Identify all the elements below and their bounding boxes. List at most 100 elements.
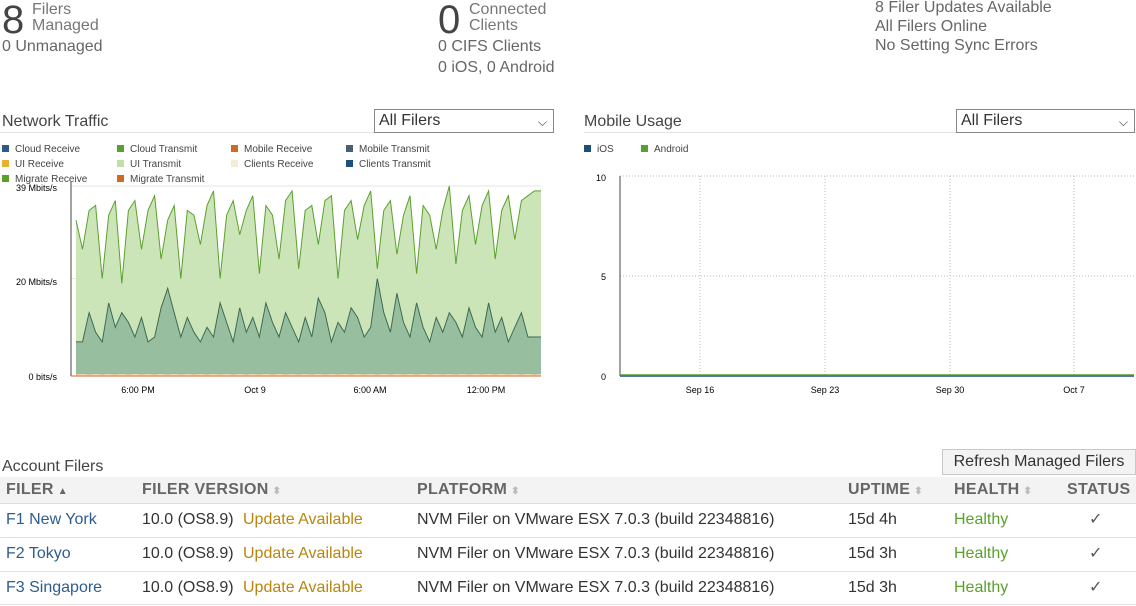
x-tick-label: Sep 30 bbox=[936, 385, 965, 395]
row-divider bbox=[0, 537, 1136, 538]
filers-count: 8 bbox=[2, 0, 25, 42]
cloud-receive-line bbox=[75, 373, 542, 375]
sync-errors: No Setting Sync Errors bbox=[875, 37, 1038, 54]
checkmark-icon: ✓ bbox=[1089, 579, 1103, 596]
column-header-label: PLATFORM bbox=[417, 481, 508, 498]
mobile-clients: 0 iOS, 0 Android bbox=[438, 59, 555, 76]
legend-label: iOS bbox=[597, 144, 614, 155]
legend-item[interactable]: Android bbox=[641, 144, 688, 155]
legend-swatch bbox=[584, 145, 591, 152]
sort-ascending-icon: ▲ bbox=[57, 486, 68, 497]
sort-icon: ⬍ bbox=[272, 486, 282, 497]
sort-icon: ⬍ bbox=[1023, 486, 1033, 497]
legend-swatch bbox=[231, 160, 238, 167]
filer-version: 10.0 (OS8.9) bbox=[142, 579, 234, 596]
refresh-managed-filers-button[interactable]: Refresh Managed Filers bbox=[942, 449, 1136, 475]
account-filers-title: Account Filers bbox=[2, 458, 104, 475]
clients-count: 0 bbox=[438, 0, 461, 42]
mobile-usage-title: Mobile Usage bbox=[584, 113, 682, 130]
health-status[interactable]: Healthy bbox=[954, 545, 1008, 563]
column-header-platform[interactable]: PLATFORM ⬍ bbox=[417, 481, 520, 499]
platform: NVM Filer on VMware ESX 7.0.3 (build 223… bbox=[417, 511, 775, 528]
network-traffic-chart: 39 Mbits/s 20 Mbits/s 0 bits/s 6:00 PM O… bbox=[16, 182, 542, 395]
filer-link[interactable]: F1 New York bbox=[6, 511, 97, 529]
x-tick-label: Sep 16 bbox=[686, 385, 715, 395]
health-status[interactable]: Healthy bbox=[954, 511, 1008, 529]
legend-item[interactable]: Mobile Receive bbox=[231, 144, 312, 155]
legend-item[interactable]: UI Receive bbox=[2, 159, 64, 170]
legend-label: Clients Receive bbox=[244, 159, 314, 170]
filer-version: 10.0 (OS8.9) bbox=[142, 511, 234, 528]
column-header-label: FILER VERSION bbox=[142, 481, 269, 498]
x-tick-label: Sep 23 bbox=[811, 385, 840, 395]
y-tick-label: 0 bits/s bbox=[28, 372, 57, 382]
update-available-link[interactable]: Update Available bbox=[243, 579, 363, 597]
checkmark-icon: ✓ bbox=[1089, 545, 1103, 562]
x-tick-label: 6:00 AM bbox=[353, 385, 386, 395]
filer-updates[interactable]: 8 Filer Updates Available bbox=[875, 0, 1052, 18]
y-tick-label: 39 Mbits/s bbox=[16, 183, 58, 193]
legend-label: Cloud Receive bbox=[15, 144, 81, 155]
legend-label: Mobile Transmit bbox=[359, 144, 430, 155]
legend-swatch bbox=[2, 160, 9, 167]
y-tick-label: 20 Mbits/s bbox=[16, 277, 58, 287]
legend-label: Cloud Transmit bbox=[130, 144, 198, 155]
legend-item[interactable]: Mobile Transmit bbox=[346, 144, 430, 155]
uptime: 15d 4h bbox=[848, 511, 897, 528]
filer-link[interactable]: F3 Singapore bbox=[6, 579, 102, 597]
column-header-label: HEALTH bbox=[954, 481, 1020, 498]
column-header-health[interactable]: HEALTH ⬍ bbox=[954, 481, 1032, 499]
legend-label: UI Receive bbox=[15, 159, 64, 170]
x-tick-label: Oct 7 bbox=[1063, 385, 1085, 395]
legend-item[interactable]: iOS bbox=[584, 144, 614, 155]
legend-swatch bbox=[641, 145, 648, 152]
mobile-usage-chart: 10 5 0 Sep 16 Sep 23 Sep 30 Oct 7 bbox=[596, 173, 1134, 395]
column-header-filer-version[interactable]: FILER VERSION ⬍ bbox=[142, 481, 281, 499]
column-header-filer[interactable]: FILER ▲ bbox=[6, 481, 68, 499]
y-tick-label: 5 bbox=[601, 272, 606, 282]
legend-item[interactable]: Clients Transmit bbox=[346, 159, 431, 170]
legend-swatch bbox=[231, 145, 238, 152]
legend-label: Android bbox=[654, 144, 689, 155]
legend-item[interactable]: Cloud Transmit bbox=[117, 144, 197, 155]
unmanaged-count: 0 Unmanaged bbox=[2, 38, 103, 55]
sort-icon: ⬍ bbox=[914, 486, 923, 497]
legend-label: UI Transmit bbox=[130, 159, 182, 170]
sort-icon: ⬍ bbox=[511, 486, 520, 497]
filer-link[interactable]: F2 Tokyo bbox=[6, 545, 71, 563]
mobile-usage-filer-select[interactable]: All Filers ⌵ bbox=[956, 109, 1135, 133]
legend-swatch bbox=[346, 160, 353, 167]
platform: NVM Filer on VMware ESX 7.0.3 (build 223… bbox=[417, 579, 775, 596]
legend-item[interactable]: UI Transmit bbox=[117, 159, 181, 170]
legend-item[interactable]: Clients Receive bbox=[231, 159, 313, 170]
legend-swatch bbox=[117, 145, 124, 152]
column-header-uptime[interactable]: UPTIME ⬍ bbox=[848, 481, 923, 499]
y-tick-label: 0 bbox=[601, 372, 606, 382]
column-header-label: FILER bbox=[6, 481, 54, 498]
clients-label-clients: Clients bbox=[469, 17, 518, 34]
legend-label: Mobile Receive bbox=[244, 144, 313, 155]
legend-swatch bbox=[346, 145, 353, 152]
legend-swatch bbox=[2, 145, 9, 152]
update-available-link[interactable]: Update Available bbox=[243, 511, 363, 529]
cifs-clients: 0 CIFS Clients bbox=[438, 38, 542, 55]
uptime: 15d 3h bbox=[848, 545, 897, 562]
legend-item[interactable]: Cloud Receive bbox=[2, 144, 80, 155]
update-available-link[interactable]: Update Available bbox=[243, 545, 363, 563]
checkmark-icon: ✓ bbox=[1089, 511, 1103, 528]
clients-label: Connected bbox=[469, 1, 547, 18]
column-header-status: STATUS bbox=[1067, 481, 1131, 498]
filers-label-managed: Managed bbox=[32, 17, 99, 34]
platform: NVM Filer on VMware ESX 7.0.3 (build 223… bbox=[417, 545, 775, 562]
legend-label: Clients Transmit bbox=[359, 159, 431, 170]
x-tick-label: 12:00 PM bbox=[467, 385, 506, 395]
x-tick-label: 6:00 PM bbox=[121, 385, 155, 395]
network-traffic-title: Network Traffic bbox=[2, 113, 109, 130]
mobile-usage-filer-value: All Filers bbox=[961, 112, 1023, 129]
column-header-label: UPTIME bbox=[848, 481, 911, 498]
network-traffic-filer-select[interactable]: All Filers ⌵ bbox=[374, 109, 554, 133]
x-tick-label: Oct 9 bbox=[244, 385, 266, 395]
row-divider bbox=[0, 571, 1136, 572]
filers-label: Filers bbox=[32, 1, 72, 18]
health-status[interactable]: Healthy bbox=[954, 579, 1008, 597]
